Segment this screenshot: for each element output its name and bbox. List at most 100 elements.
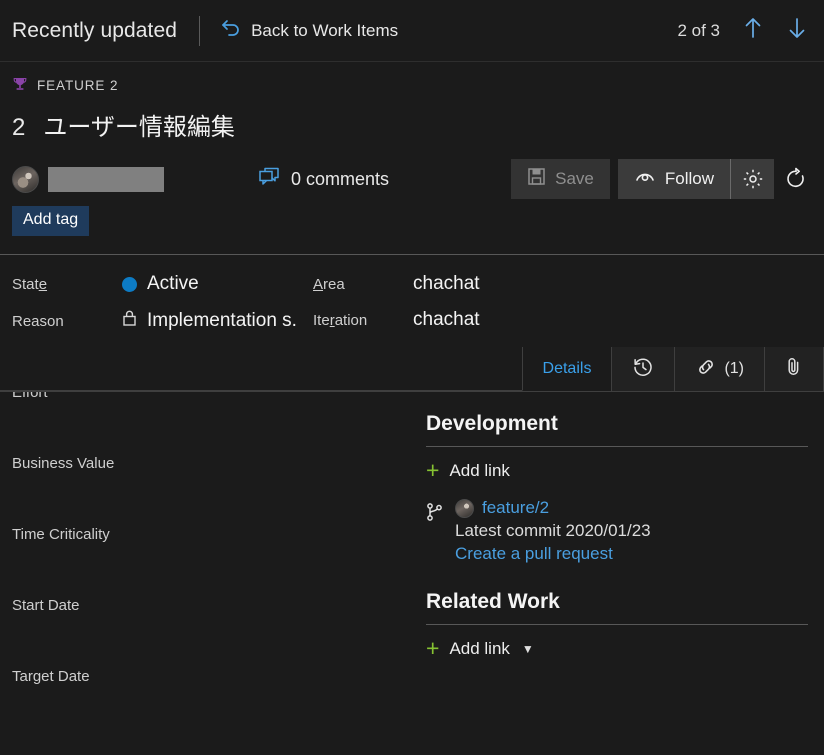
follow-button[interactable]: Follow	[617, 159, 730, 199]
work-item-type-label: FEATURE 2	[37, 78, 119, 93]
related-work-add-link-button[interactable]: + Add link ▼	[426, 637, 808, 660]
field-reason: Reason Implementation s...	[12, 309, 297, 333]
work-item-type: FEATURE 2	[0, 76, 824, 95]
field-target-date[interactable]: Target Date	[0, 667, 420, 716]
arrow-down-icon[interactable]	[786, 15, 808, 46]
latest-commit-text: Latest commit 2020/01/23	[455, 521, 651, 540]
work-item-title-row: 2 ユーザー情報編集	[0, 95, 824, 142]
chevron-down-icon: ▼	[521, 641, 534, 656]
field-target-date-label: Target Date	[12, 668, 90, 685]
work-item-id: 2	[12, 114, 26, 141]
query-title: Recently updated	[12, 18, 178, 42]
planning-fields-panel: Effort Business Value Time Criticality S…	[0, 392, 420, 716]
field-reason-text: Implementation s...	[147, 310, 297, 331]
field-iteration: Iteration chachat	[313, 309, 480, 331]
development-link-item: feature/2 Latest commit 2020/01/23 Creat…	[426, 498, 808, 564]
save-button-label: Save	[555, 169, 594, 188]
field-time-criticality[interactable]: Time Criticality	[0, 525, 420, 596]
pager-group: 2 of 3	[677, 15, 808, 46]
development-heading: Development	[426, 412, 558, 435]
field-effort[interactable]: Effort	[0, 392, 420, 454]
comment-icon	[259, 167, 281, 192]
top-navigation-bar: Recently updated Back to Work Items 2 of…	[0, 0, 824, 62]
comments-count-button[interactable]: 0 comments	[259, 167, 389, 192]
field-reason-label: Reason	[12, 312, 64, 330]
core-fields-right: Area chachat Iteration chachat	[297, 273, 480, 333]
tab-bar: Details (1)	[0, 347, 824, 391]
branch-author-avatar	[455, 498, 474, 518]
tab-history[interactable]	[611, 347, 675, 391]
assignee-name-redacted	[48, 166, 164, 192]
plus-icon: +	[426, 457, 440, 483]
tab-links-count: (1)	[724, 360, 744, 377]
field-iteration-label: Iteration	[313, 311, 368, 329]
related-work-rule	[426, 624, 808, 625]
field-area: Area chachat	[313, 273, 480, 295]
plus-icon: +	[426, 635, 440, 661]
trophy-icon	[12, 76, 28, 95]
paperclip-icon	[785, 356, 803, 383]
tag-row: Add tag	[0, 200, 824, 236]
field-time-criticality-label: Time Criticality	[12, 526, 110, 543]
field-start-date[interactable]: Start Date	[0, 596, 420, 667]
branch-link[interactable]: feature/2	[482, 498, 549, 518]
field-business-value[interactable]: Business Value	[0, 454, 420, 525]
tab-links[interactable]: (1)	[674, 347, 764, 391]
field-state-value[interactable]: Active	[122, 273, 199, 295]
assigned-to-field[interactable]	[12, 165, 164, 193]
field-area-label: Area	[313, 275, 345, 293]
field-iteration-value[interactable]: chachat	[413, 309, 480, 331]
history-icon	[632, 356, 654, 383]
development-rule	[426, 446, 808, 447]
create-pull-request-link[interactable]: Create a pull request	[455, 544, 651, 564]
core-fields-left: State Active Reason Implementation s...	[0, 273, 297, 333]
work-item-body: Effort Business Value Time Criticality S…	[0, 391, 824, 716]
refresh-icon[interactable]	[774, 159, 818, 199]
state-dot-icon	[122, 276, 137, 292]
field-effort-label: Effort	[12, 392, 48, 401]
field-state: State Active	[12, 273, 297, 295]
undo-arrow-icon	[220, 18, 242, 43]
field-start-date-label: Start Date	[12, 597, 80, 614]
add-tag-button[interactable]: Add tag	[12, 206, 90, 236]
related-work-add-link-label: Add link	[449, 638, 510, 658]
planning-fields-list: Effort Business Value Time Criticality S…	[0, 392, 420, 716]
work-item-toolbar: 0 comments Save Follow	[0, 158, 824, 200]
back-to-work-items-button[interactable]: Back to Work Items	[220, 18, 398, 43]
links-panel: Development + Add link feature/2 Latest …	[420, 392, 824, 716]
field-area-value[interactable]: chachat	[413, 273, 480, 295]
field-state-text: Active	[147, 273, 199, 294]
development-section: Development + Add link feature/2 Latest …	[426, 412, 808, 564]
work-item-title[interactable]: ユーザー情報編集	[43, 107, 235, 142]
link-icon	[695, 357, 717, 382]
development-link-details: feature/2 Latest commit 2020/01/23 Creat…	[455, 498, 651, 564]
tab-attachments[interactable]	[764, 347, 824, 391]
lock-icon	[122, 309, 137, 333]
back-link-label: Back to Work Items	[251, 20, 399, 40]
core-fields-strip: State Active Reason Implementation s... …	[0, 255, 824, 347]
field-business-value-label: Business Value	[12, 455, 115, 472]
related-work-section: Related Work + Add link ▼	[426, 590, 808, 660]
tab-details[interactable]: Details	[521, 347, 612, 391]
field-state-label: State	[12, 275, 48, 293]
toolbar-actions: Save Follow	[511, 159, 818, 199]
development-add-link-button[interactable]: + Add link	[426, 459, 808, 482]
work-item-page: Recently updated Back to Work Items 2 of…	[0, 0, 824, 755]
comments-count-label: 0 comments	[291, 168, 390, 189]
save-button[interactable]: Save	[511, 159, 610, 199]
gear-icon[interactable]	[730, 159, 774, 199]
arrow-up-icon[interactable]	[742, 15, 764, 46]
development-add-link-label: Add link	[449, 460, 510, 480]
toolbar-separator	[199, 15, 201, 46]
field-reason-value: Implementation s...	[122, 309, 297, 333]
branch-row: feature/2	[455, 498, 651, 518]
branch-icon	[426, 498, 444, 564]
tab-details-label: Details	[542, 359, 592, 377]
related-work-heading: Related Work	[426, 590, 560, 613]
save-disk-icon	[527, 167, 546, 191]
item-counter: 2 of 3	[677, 20, 720, 40]
work-item-header: FEATURE 2 2 ユーザー情報編集	[0, 62, 824, 142]
follow-button-label: Follow	[664, 169, 714, 188]
user-avatar	[12, 165, 39, 193]
tab-list: Details (1)	[521, 347, 824, 391]
